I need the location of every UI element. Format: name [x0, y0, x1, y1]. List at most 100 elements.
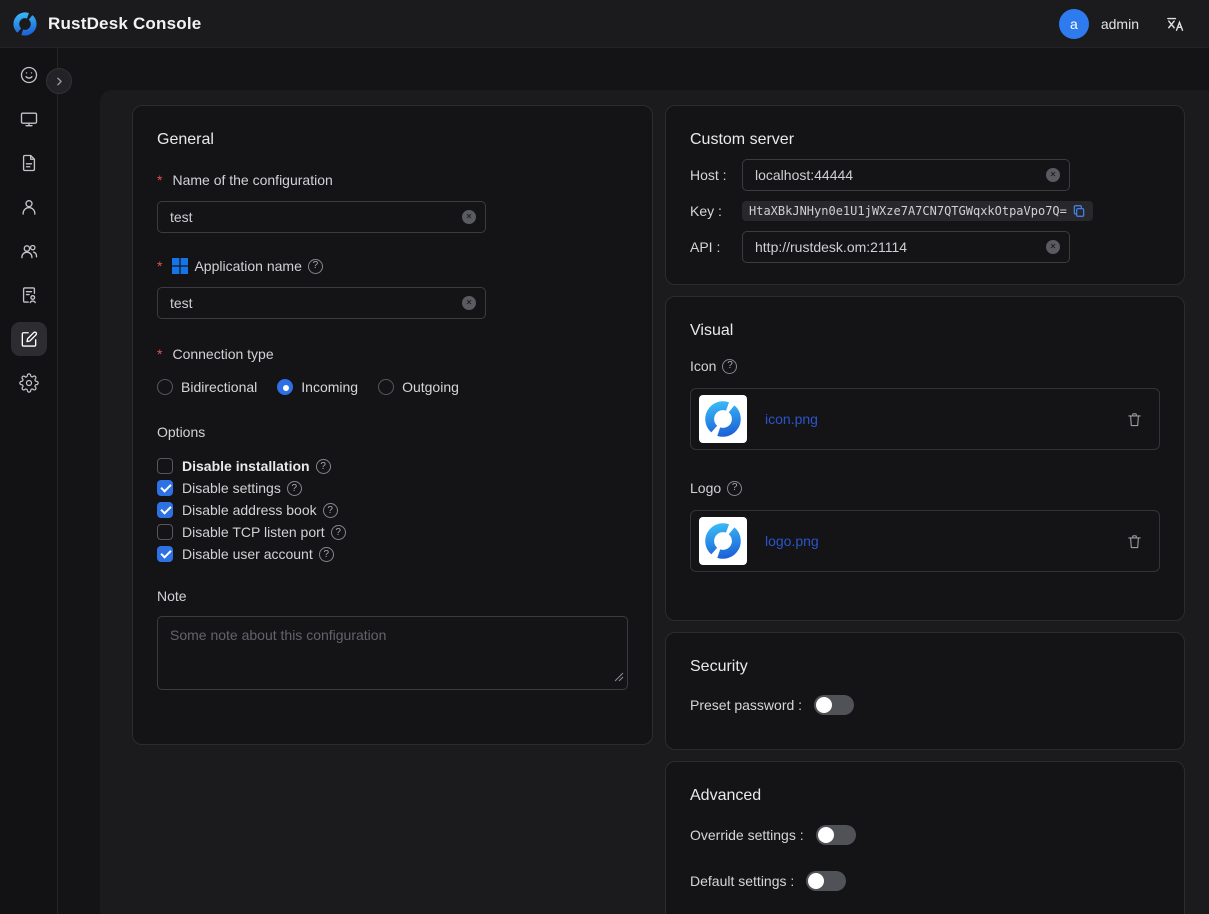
api-input[interactable] [743, 239, 1069, 255]
help-icon[interactable]: ? [308, 259, 323, 274]
config-name-label: Name of the configuration [157, 170, 628, 190]
username[interactable]: admin [1101, 16, 1139, 32]
sidebar-item-devices[interactable] [11, 102, 47, 136]
api-input-wrap: ✕ [742, 231, 1070, 263]
help-icon[interactable]: ? [323, 503, 338, 518]
icon-file-row: icon.png [690, 388, 1160, 450]
default-settings-row: Default settings : [690, 871, 1160, 891]
translate-icon[interactable] [1165, 14, 1185, 34]
option-disable-tcp-listen-port[interactable]: Disable TCP listen port? [157, 524, 628, 540]
copy-icon[interactable] [1072, 204, 1086, 218]
radio-incoming[interactable]: Incoming [277, 379, 358, 395]
options-list: Disable installation? Disable settings? … [157, 458, 628, 562]
sidebar-item-custom-clients[interactable] [11, 322, 47, 356]
connection-type-label: Connection type [157, 344, 628, 364]
clear-icon[interactable]: ✕ [462, 296, 476, 310]
help-icon[interactable]: ? [287, 481, 302, 496]
monitor-icon [19, 109, 39, 129]
app-name-input-wrap: ✕ [157, 287, 486, 319]
sidebar-item-settings[interactable] [11, 366, 47, 400]
override-settings-label: Override settings : [690, 827, 804, 843]
trash-icon[interactable] [1126, 411, 1143, 428]
help-icon[interactable]: ? [331, 525, 346, 540]
icon-file-link[interactable]: icon.png [765, 411, 818, 427]
top-bar: RustDesk Console a admin [0, 0, 1209, 48]
default-settings-toggle[interactable] [806, 871, 846, 891]
option-disable-installation[interactable]: Disable installation? [157, 458, 628, 474]
app-title: RustDesk Console [48, 14, 201, 34]
radio-bidirectional[interactable]: Bidirectional [157, 379, 257, 395]
option-disable-settings[interactable]: Disable settings? [157, 480, 628, 496]
host-row: Host : ✕ [690, 159, 1160, 191]
override-settings-toggle[interactable] [816, 825, 856, 845]
key-label: Key : [690, 203, 742, 219]
config-name-input-wrap: ✕ [157, 201, 486, 233]
sidebar-collapse-button[interactable] [46, 68, 72, 94]
host-input-wrap: ✕ [742, 159, 1070, 191]
help-icon[interactable]: ? [722, 359, 737, 374]
app-name-input[interactable] [158, 295, 485, 311]
logo-thumbnail [699, 517, 747, 565]
radio-circle[interactable] [378, 379, 394, 395]
trash-icon[interactable] [1126, 533, 1143, 550]
sidebar-item-dashboard[interactable] [11, 58, 47, 92]
radio-circle[interactable] [157, 379, 173, 395]
checkbox[interactable] [157, 502, 173, 518]
chevron-right-icon [53, 75, 66, 88]
note-label: Note [157, 586, 628, 606]
key-row: Key : HtaXBkJNHyn0e1U1jWXze7A7CN7QTGWqxk… [690, 201, 1160, 221]
clear-icon[interactable]: ✕ [1046, 240, 1060, 254]
checkbox[interactable] [157, 480, 173, 496]
user-icon [19, 197, 39, 217]
logo-file-row: logo.png [690, 510, 1160, 572]
default-settings-label: Default settings : [690, 873, 794, 889]
main-content: General Name of the configuration ✕ Appl… [100, 90, 1209, 914]
visual-title: Visual [690, 321, 1160, 340]
preset-password-toggle[interactable] [814, 695, 854, 715]
general-title: General [157, 130, 628, 149]
sidebar-item-audit-logs[interactable] [11, 146, 47, 180]
preset-password-label: Preset password : [690, 697, 802, 713]
note-textarea[interactable] [157, 616, 628, 690]
user-group-icon [19, 241, 39, 261]
clear-icon[interactable]: ✕ [1046, 168, 1060, 182]
visual-panel: Visual Icon ? icon.png [665, 296, 1185, 621]
sidebar-item-users[interactable] [11, 190, 47, 224]
options-label: Options [157, 422, 628, 442]
sidebar-item-groups[interactable] [11, 234, 47, 268]
security-panel: Security Preset password : [665, 632, 1185, 750]
logo-label: Logo ? [690, 478, 1160, 498]
host-label: Host : [690, 167, 742, 183]
config-name-input[interactable] [158, 209, 485, 225]
note-textarea-wrap [157, 616, 628, 695]
app-name-label: Application name ? [157, 256, 628, 276]
custom-server-panel: Custom server Host : ✕ Key : HtaXBkJNHyn… [665, 105, 1185, 285]
checkbox[interactable] [157, 546, 173, 562]
logo-file-link[interactable]: logo.png [765, 533, 819, 549]
windows-icon [172, 258, 188, 274]
api-label: API : [690, 239, 742, 255]
help-icon[interactable]: ? [316, 459, 331, 474]
preset-password-row: Preset password : [690, 695, 1160, 715]
clear-icon[interactable]: ✕ [462, 210, 476, 224]
checkbox[interactable] [157, 458, 173, 474]
smiley-icon [19, 65, 39, 85]
icon-label: Icon ? [690, 356, 1160, 376]
help-icon[interactable]: ? [319, 547, 334, 562]
security-title: Security [690, 657, 1160, 676]
radio-circle[interactable] [277, 379, 293, 395]
top-bar-right: a admin [1059, 9, 1185, 39]
key-value: HtaXBkJNHyn0e1U1jWXze7A7CN7QTGWqxkOtpaVp… [742, 201, 1093, 221]
sidebar-item-address-books[interactable] [11, 278, 47, 312]
file-user-icon [19, 285, 39, 305]
checkbox[interactable] [157, 524, 173, 540]
option-disable-user-account[interactable]: Disable user account? [157, 546, 628, 562]
radio-outgoing[interactable]: Outgoing [378, 379, 459, 395]
resize-handle-icon[interactable] [614, 669, 624, 687]
option-disable-address-book[interactable]: Disable address book? [157, 502, 628, 518]
general-panel: General Name of the configuration ✕ Appl… [132, 105, 653, 745]
avatar[interactable]: a [1059, 9, 1089, 39]
help-icon[interactable]: ? [727, 481, 742, 496]
rustdesk-console-app: RustDesk Console a admin [0, 0, 1209, 914]
host-input[interactable] [743, 167, 1069, 183]
